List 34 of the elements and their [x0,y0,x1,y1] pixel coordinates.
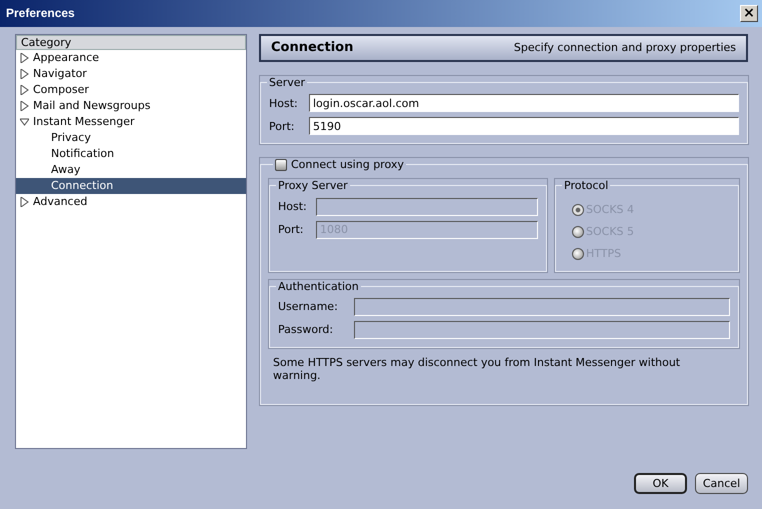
tree-item[interactable]: Composer [16,82,246,98]
expanded-triangle-icon[interactable] [20,117,29,127]
field-label: Username: [278,300,339,314]
checkbox[interactable] [275,158,287,171]
dialog-button[interactable]: Cancel [695,473,748,494]
group-legend: Protocol [562,179,610,193]
field-label: Password: [278,323,334,336]
tree-item[interactable]: Navigator [16,66,246,82]
close-button[interactable]: × [740,5,758,22]
panel-subtitle: Specify connection and proxy properties [514,41,736,55]
tree-item[interactable]: Connection [16,178,246,194]
input-field[interactable]: login.oscar.aol.com [309,94,739,112]
field-label: Port: [278,222,305,236]
tree-item[interactable]: Mail and Newsgroups [16,98,246,114]
note-text: Some HTTPS servers may disconnect you from Instant Messenger without warning. [272,356,682,382]
group-legend: Server [267,76,308,90]
column-header: Category [16,35,246,50]
tree-item[interactable]: Privacy [16,130,246,146]
dialog-button[interactable]: OK [634,473,687,494]
input-field[interactable]: 5190 [309,117,739,136]
window-title: Preferences [6,6,75,21]
panel-title: Connection [271,40,354,56]
field-label: Host: [269,96,299,110]
group-legend: Authentication [276,280,361,293]
tree-item[interactable]: Notification [16,146,246,162]
collapsed-triangle-icon[interactable] [20,197,29,207]
tree-item[interactable]: Instant Messenger [16,114,246,130]
checkbox-label[interactable]: Connect using proxy [291,158,404,172]
field-label: Host: [278,200,308,214]
field-label: Port: [269,120,296,133]
group-legend: Proxy Server [276,179,350,193]
tree-item[interactable]: Appearance [16,50,246,66]
tree-item[interactable]: Advanced [16,194,246,210]
tree-item[interactable]: Away [16,162,246,178]
